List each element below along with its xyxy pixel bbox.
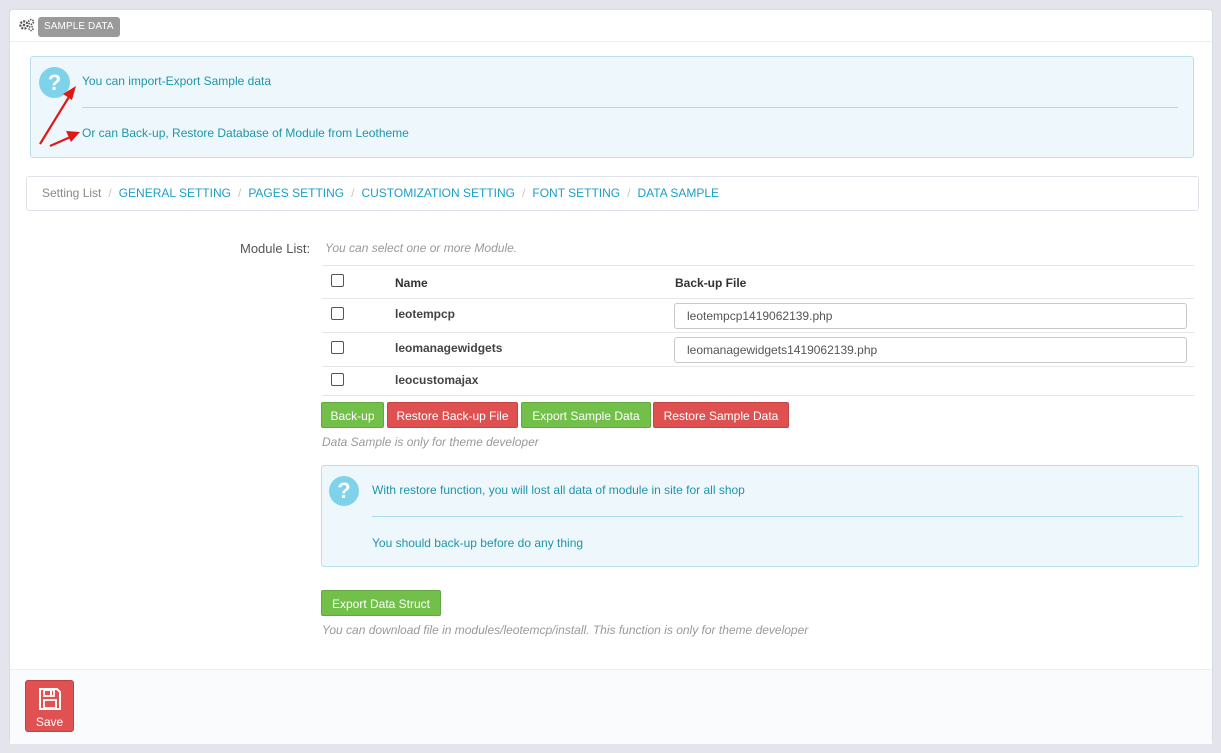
table-bottom-border (322, 395, 1194, 396)
breadcrumb-separator: / (627, 186, 631, 200)
restore-sample-data-button[interactable]: Restore Sample Data (653, 402, 789, 428)
backup-file-input[interactable] (674, 303, 1187, 329)
breadcrumb-data-sample[interactable]: DATA SAMPLE (637, 186, 719, 200)
data-sample-note: Data Sample is only for theme developer (322, 435, 539, 449)
export-sample-data-button[interactable]: Export Sample Data (521, 402, 651, 428)
warning-line-1: With restore function, you will lost all… (372, 483, 745, 497)
breadcrumb-font-setting[interactable]: FONT SETTING (532, 186, 620, 200)
breadcrumb-setting-list[interactable]: Setting List (42, 186, 101, 200)
export-data-struct-button[interactable]: Export Data Struct (321, 590, 441, 616)
breadcrumb-general-setting[interactable]: GENERAL SETTING (119, 186, 231, 200)
module-name: leotempcp (395, 307, 456, 321)
breadcrumb-separator: / (522, 186, 526, 200)
backup-file-input[interactable] (674, 337, 1187, 363)
restore-backup-file-button[interactable]: Restore Back-up File (387, 402, 518, 428)
module-checkbox-leotempcp[interactable] (331, 307, 344, 320)
module-list-hint: You can select one or more Module. (325, 241, 518, 255)
breadcrumb-separator: / (351, 186, 355, 200)
save-button[interactable]: Save (25, 680, 74, 732)
annotation-arrow-right (49, 131, 80, 148)
breadcrumb-pages-setting[interactable]: PAGES SETTING (248, 186, 344, 200)
panel-header: SAMPLE DATA (10, 10, 1212, 42)
module-name: leocustomajax (395, 373, 479, 387)
warning-line-2: You should back-up before do any thing (372, 536, 584, 550)
restore-warning-alert: ? With restore function, you will lost a… (321, 465, 1199, 567)
breadcrumb-separator: / (108, 186, 112, 200)
save-label: Save (35, 715, 64, 729)
info-alert-line-2: Or can Back-up, Restore Database of Modu… (82, 126, 409, 140)
backup-button[interactable]: Back-up (321, 402, 384, 428)
column-backup-file-header: Back-up File (675, 276, 747, 290)
question-icon: ? (329, 476, 359, 506)
floppy-disk-icon (39, 688, 61, 710)
select-all-checkbox[interactable] (331, 274, 344, 287)
table-row-border (322, 298, 1194, 299)
table-row-border (322, 332, 1194, 333)
table-row-border (322, 366, 1194, 367)
sample-data-panel: SAMPLE DATA ? You can import-Export Samp… (9, 9, 1213, 744)
module-checkbox-leomanagewidgets[interactable] (331, 341, 344, 354)
table-top-border (322, 265, 1194, 266)
export-data-struct-note: You can download file in modules/leotemc… (322, 623, 809, 637)
column-name-header: Name (395, 276, 428, 290)
module-name: leomanagewidgets (395, 341, 503, 355)
module-checkbox-leocustomajax[interactable] (331, 373, 344, 386)
panel-footer (10, 669, 1212, 744)
warning-divider (372, 516, 1183, 517)
breadcrumb: Setting List / GENERAL SETTING / PAGES SETTI… (26, 176, 1199, 211)
breadcrumb-separator: / (237, 186, 242, 200)
annotation-arrows (39, 86, 80, 148)
breadcrumb-customization-setting[interactable]: CUSTOMIZATION SETTING (361, 186, 515, 200)
module-list-label: Module List: (240, 241, 311, 256)
info-alert-divider (82, 107, 1178, 108)
info-alert: ? You can import-Export Sample data Or c… (30, 56, 1194, 158)
